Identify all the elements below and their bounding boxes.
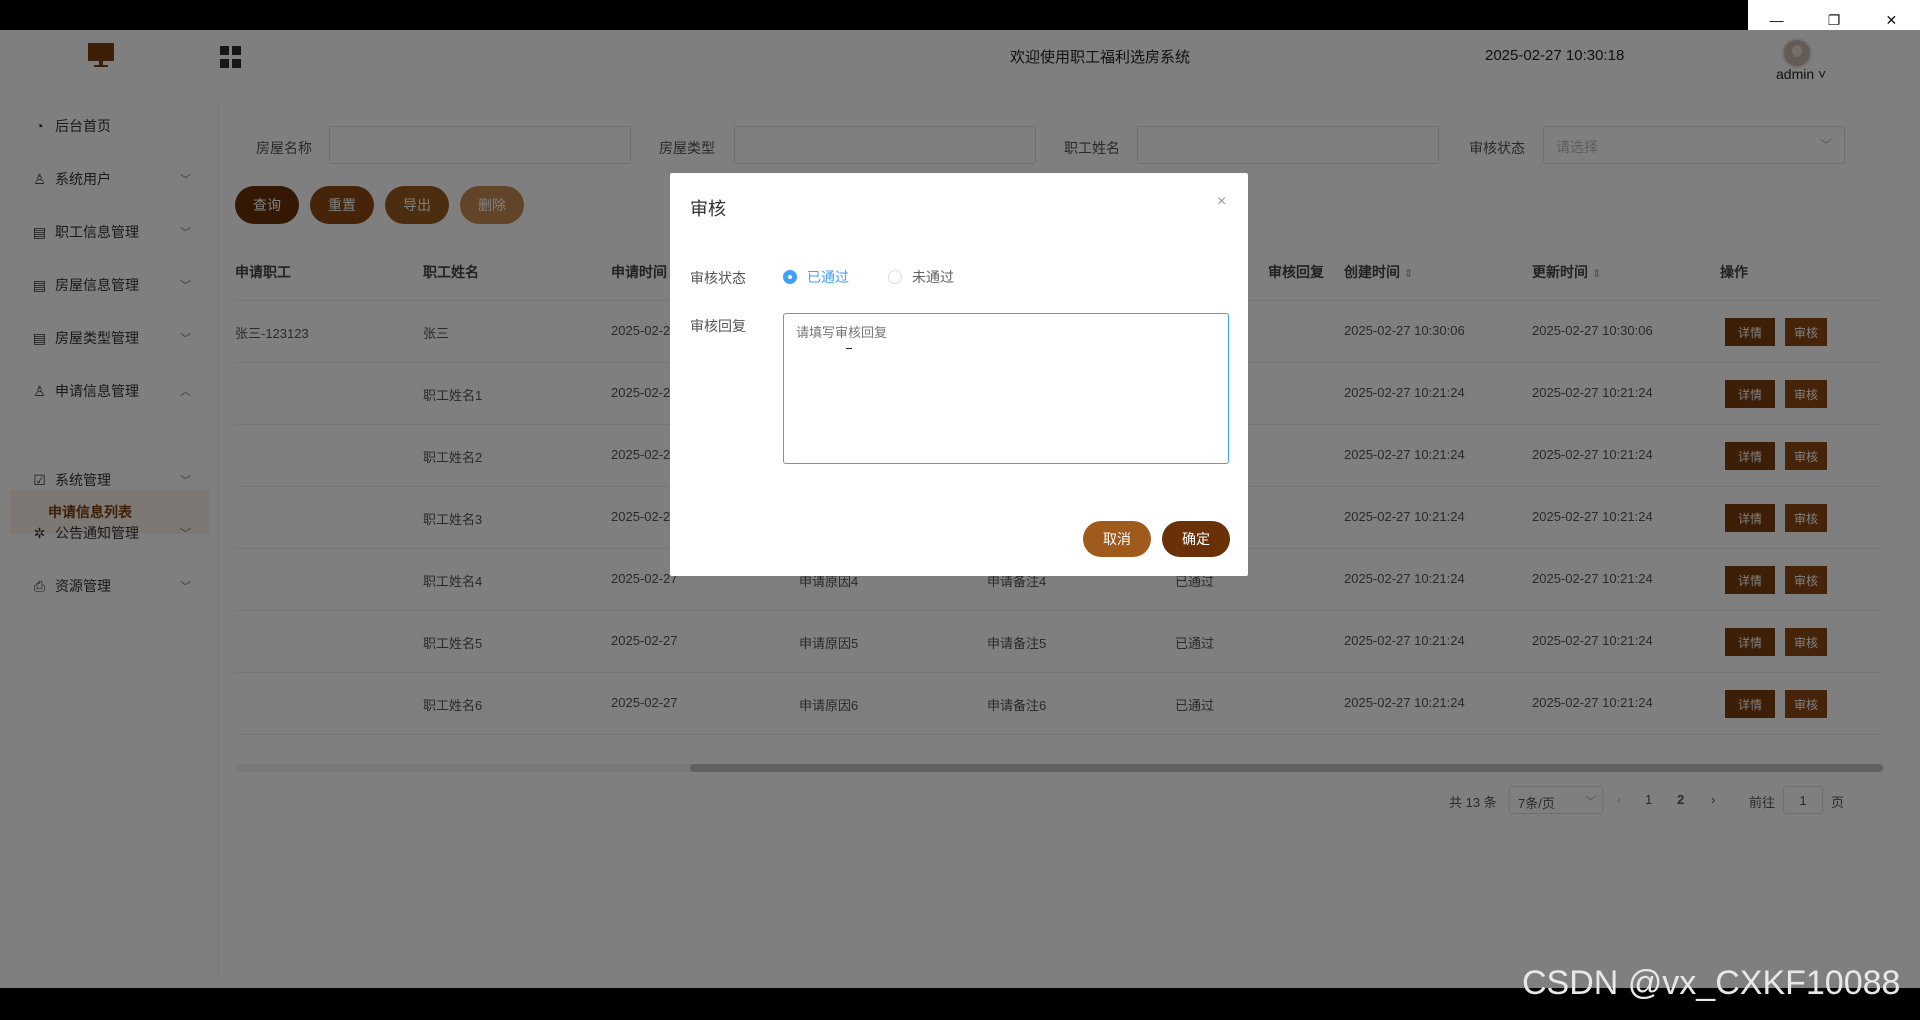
text-cursor — [846, 348, 852, 349]
confirm-button[interactable]: 确定 — [1162, 521, 1230, 557]
review-dialog: 审核 × 审核状态 已通过 未通过 审核回复 取消 确定 — [670, 173, 1248, 576]
close-icon[interactable]: × — [1217, 193, 1226, 211]
radio-fail[interactable]: 未通过 — [888, 267, 954, 287]
review-reply-textarea[interactable] — [783, 313, 1229, 464]
radio-unchecked-icon — [888, 270, 902, 284]
radio-label: 已通过 — [807, 269, 849, 285]
radio-label: 未通过 — [912, 269, 954, 285]
radio-pass[interactable]: 已通过 — [783, 267, 849, 287]
cancel-button[interactable]: 取消 — [1083, 521, 1151, 557]
dialog-title: 审核 — [690, 199, 726, 219]
review-status-field-label: 审核状态 — [690, 270, 746, 286]
os-top-bar — [0, 0, 1920, 30]
review-reply-field-label: 审核回复 — [690, 318, 746, 334]
watermark: CSDN @vx_CXKF10088 — [1522, 964, 1901, 1002]
app-root: 欢迎使用职工福利选房系统 2025-02-27 10:30:18 admin ˅… — [0, 30, 1920, 988]
radio-checked-icon — [783, 270, 797, 284]
